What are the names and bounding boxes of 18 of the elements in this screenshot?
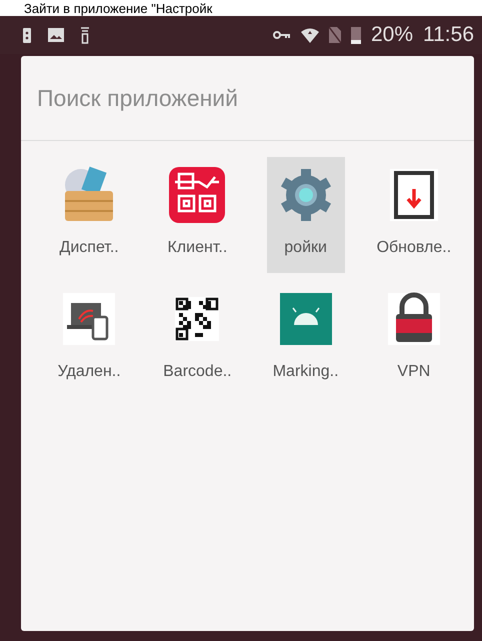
wifi-icon [300, 28, 319, 42]
clock-time: 11:56 [423, 23, 474, 47]
app-item[interactable]: Клиент.. [158, 157, 236, 273]
no-sim-icon [328, 27, 341, 43]
app-item[interactable]: Обновле.. [374, 157, 453, 273]
key-icon [272, 30, 291, 40]
app-item[interactable]: Barcode.. [158, 281, 236, 397]
app-item[interactable]: Диспет.. [50, 157, 128, 273]
battery-percent: 20% [370, 23, 413, 47]
scanner-icon [167, 165, 228, 225]
app-item[interactable]: ройки [266, 157, 345, 273]
search-field[interactable]: Поиск приложений [21, 56, 474, 141]
app-item[interactable]: Удален.. [50, 281, 128, 397]
battery-icon [350, 26, 361, 44]
app-item[interactable]: VPN [374, 281, 453, 397]
app-item[interactable]: Marking.. [266, 281, 345, 397]
caption-text: Зайти в приложение "Настройк [24, 0, 212, 16]
image-icon [48, 28, 64, 42]
